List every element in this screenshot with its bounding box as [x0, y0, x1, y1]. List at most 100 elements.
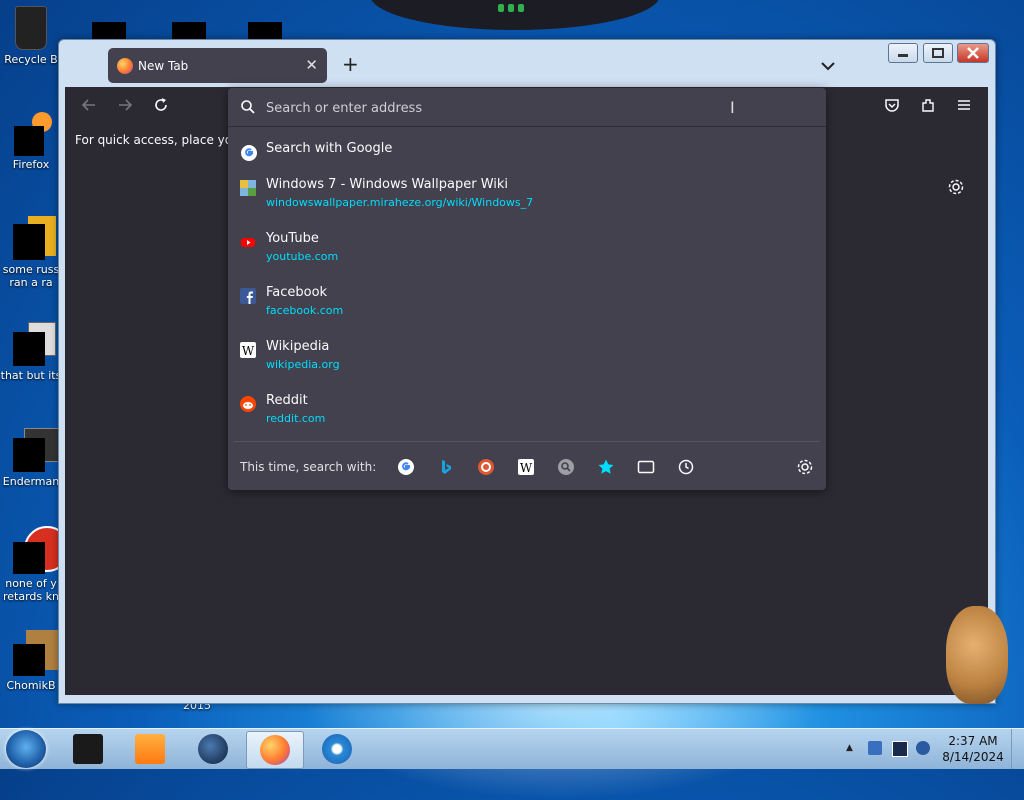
start-button[interactable]: [6, 730, 46, 768]
wallpaper-dot: [518, 4, 524, 12]
suggestion-title: Search with Google: [266, 141, 393, 156]
file-icon: [13, 526, 70, 574]
wallpaper-dot: [498, 4, 504, 12]
desktop-icon-file-1[interactable]: some russ ran a ra: [0, 216, 62, 289]
app-icon: [73, 734, 103, 764]
suggestion-title: YouTube: [266, 231, 319, 246]
clock-time: 2:37 AM: [948, 734, 998, 748]
suggestion-url: reddit.com: [266, 412, 326, 425]
tray-app-icon[interactable]: [868, 741, 882, 755]
text-cursor-icon: I: [730, 98, 735, 117]
menu-icon[interactable]: [956, 97, 972, 117]
search-engine-icon[interactable]: [557, 458, 575, 476]
network-icon[interactable]: [892, 741, 908, 757]
tabs-icon[interactable]: [637, 458, 655, 476]
taskbar-firefox[interactable]: [246, 731, 304, 769]
suggestion-url: wikipedia.org: [266, 358, 340, 371]
desktop-icon-file-4[interactable]: none of y retards kn: [0, 526, 70, 603]
one-off-search-label: This time, search with:: [240, 460, 377, 474]
maximize-button[interactable]: [923, 43, 953, 63]
taskbar-internet-explorer[interactable]: [309, 731, 365, 767]
desktop-icon-firefox[interactable]: Firefox: [0, 112, 62, 171]
taskbar-app-3[interactable]: [185, 731, 241, 767]
newtab-settings-icon[interactable]: [947, 178, 965, 200]
wallpaper-dot: [508, 4, 514, 12]
tray-expand-icon[interactable]: ▲: [846, 743, 860, 757]
duckduckgo-icon[interactable]: [477, 458, 495, 476]
wiki-favicon-icon: [240, 180, 256, 196]
suggestion-youtube[interactable]: YouTube youtube.com: [234, 228, 820, 270]
desktop-icon-label: ChomikB: [6, 679, 56, 692]
desktop-icon-recycle-bin[interactable]: Recycle B: [0, 6, 62, 66]
wikipedia-icon: W: [240, 342, 256, 358]
suggestion-reddit[interactable]: Reddit reddit.com: [234, 390, 820, 432]
firefox-icon: [260, 735, 290, 765]
suggestion-title: Wikipedia: [266, 339, 330, 354]
internet-explorer-icon: [322, 734, 352, 764]
new-tab-button[interactable]: +: [342, 54, 359, 74]
svg-text:W: W: [242, 344, 255, 358]
minimize-button[interactable]: [888, 43, 918, 63]
google-icon[interactable]: [397, 458, 415, 476]
suggestion-title: Reddit: [266, 393, 308, 408]
suggestion-search-google[interactable]: Search with Google: [234, 138, 820, 162]
suggestion-url: facebook.com: [266, 304, 344, 317]
desktop-icon-label: Recycle B: [4, 53, 58, 66]
tab-new-tab[interactable]: New Tab ✕: [108, 48, 327, 83]
firefox-icon: [14, 112, 52, 156]
suggestion-wikipedia[interactable]: W Wikipedia wikipedia.org: [234, 336, 820, 378]
suggestion-windows-wallpaper-wiki[interactable]: Windows 7 - Windows Wallpaper Wiki windo…: [234, 174, 820, 216]
youtube-icon: [240, 234, 256, 250]
hamster-sticker: [946, 606, 1008, 704]
close-tab-icon[interactable]: ✕: [305, 56, 318, 74]
wallpaper-shape: [370, 0, 660, 30]
desktop-icon-label-line2: ran a ra: [9, 276, 53, 289]
file-icon: [13, 630, 66, 676]
divider: [234, 441, 820, 442]
suggestion-url: youtube.com: [266, 250, 339, 263]
reddit-icon: [240, 396, 256, 412]
desktop-icon-file-3[interactable]: Enderman: [0, 428, 62, 488]
search-icon: [240, 99, 256, 119]
google-icon: [240, 144, 257, 161]
urlbar-dropdown: I Search with Google Windows 7 - Windows…: [228, 88, 826, 490]
pocket-icon[interactable]: [884, 97, 900, 117]
address-input[interactable]: [264, 97, 788, 119]
forward-icon[interactable]: [117, 97, 133, 117]
search-settings-icon[interactable]: [796, 458, 814, 476]
suggestion-facebook[interactable]: Facebook facebook.com: [234, 282, 820, 324]
show-desktop-button[interactable]: [1011, 729, 1024, 769]
taskbar-app-1[interactable]: [60, 731, 116, 767]
system-clock[interactable]: 2:37 AM 8/14/2024: [936, 733, 1010, 765]
taskbar-media-player[interactable]: [122, 731, 178, 767]
extensions-icon[interactable]: [920, 97, 936, 117]
reload-icon[interactable]: [153, 97, 169, 117]
desktop-icon-label-line2: retards kn: [3, 590, 59, 603]
bing-icon[interactable]: [437, 458, 455, 476]
taskbar: ▲ 2:37 AM 8/14/2024: [0, 728, 1024, 769]
suggestion-title: Facebook: [266, 285, 328, 300]
facebook-icon: [240, 288, 256, 304]
desktop-icon-label: that but its: [0, 369, 62, 382]
file-icon: [13, 216, 56, 260]
urlbar: I: [228, 88, 826, 127]
svg-text:W: W: [520, 461, 533, 475]
file-icon: [13, 428, 60, 472]
tab-title: New Tab: [138, 59, 189, 73]
desktop-icon-label: Firefox: [12, 158, 50, 171]
volume-icon[interactable]: [916, 741, 930, 755]
bookmarks-icon[interactable]: [597, 458, 615, 476]
close-button[interactable]: [957, 43, 989, 63]
clock-date: 8/14/2024: [942, 750, 1004, 764]
back-icon[interactable]: [81, 97, 97, 117]
suggestion-title: Windows 7 - Windows Wallpaper Wiki: [266, 177, 509, 192]
media-player-icon: [135, 734, 165, 764]
desktop-icon-file-5[interactable]: ChomikB: [0, 630, 66, 692]
history-icon[interactable]: [677, 458, 695, 476]
desktop-icon-label: Enderman: [2, 475, 60, 488]
desktop-icon-file-2[interactable]: that but its: [0, 322, 62, 382]
desktop-icon-label: none of y: [5, 577, 57, 590]
chevron-down-icon[interactable]: [821, 56, 835, 75]
wikipedia-icon[interactable]: W: [517, 458, 535, 476]
recycle-bin-icon: [15, 6, 47, 50]
